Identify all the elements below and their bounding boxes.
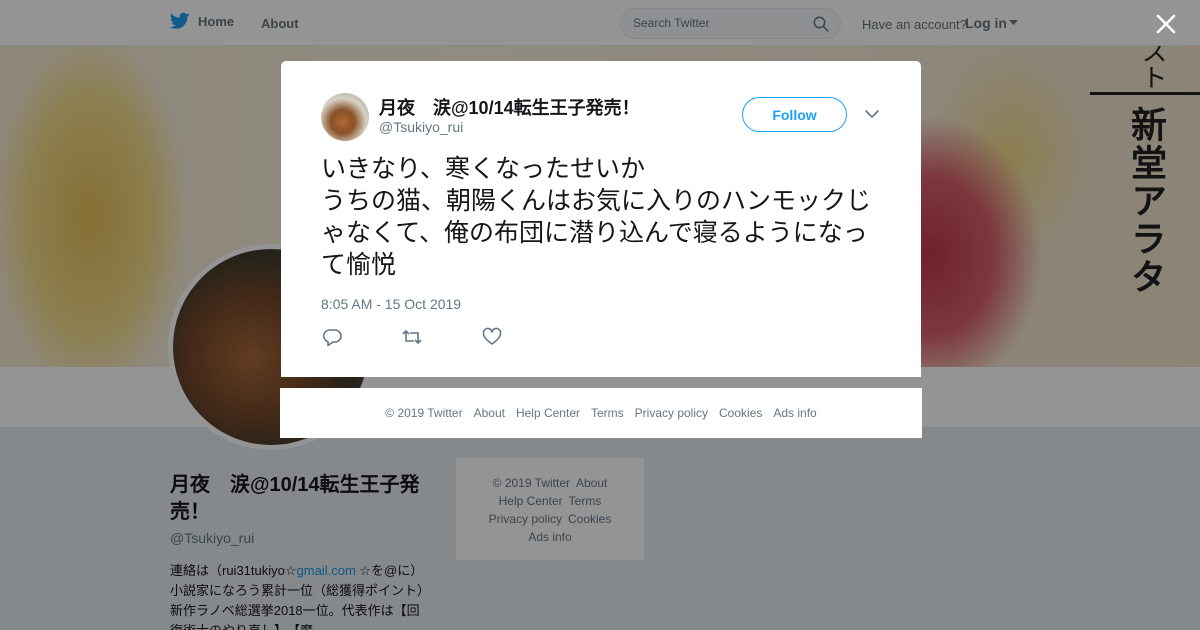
- modal-footer-help-link[interactable]: Help Center: [516, 406, 580, 420]
- close-icon[interactable]: [1154, 12, 1178, 36]
- heart-icon[interactable]: [481, 327, 503, 347]
- tweet-timestamp[interactable]: 8:05 AM - 15 Oct 2019: [321, 296, 461, 312]
- modal-footer: © 2019 Twitter About Help Center Terms P…: [280, 388, 922, 438]
- retweet-icon[interactable]: [401, 327, 423, 347]
- tweet-author-handle[interactable]: @Tsukiyo_rui: [379, 119, 463, 135]
- modal-footer-cookies-link[interactable]: Cookies: [719, 406, 762, 420]
- tweet-author-avatar[interactable]: [321, 93, 369, 141]
- modal-footer-about-link[interactable]: About: [474, 406, 505, 420]
- tweet-text: いきなり、寒くなったせいか うちの猫、朝陽くんはお気に入りのハンモックじゃなくて…: [321, 154, 872, 279]
- tweet-modal: 月夜 涙@10/14転生王子発売！ @Tsukiyo_rui Follow いき…: [281, 61, 921, 377]
- follow-button[interactable]: Follow: [742, 97, 847, 132]
- reply-icon[interactable]: [321, 327, 343, 347]
- modal-footer-terms-link[interactable]: Terms: [591, 406, 624, 420]
- modal-footer-privacy-link[interactable]: Privacy policy: [635, 406, 708, 420]
- modal-footer-ads-link[interactable]: Ads info: [773, 406, 816, 420]
- tweet-author-name[interactable]: 月夜 涙@10/14転生王子発売！: [379, 94, 640, 120]
- chevron-down-icon[interactable]: [864, 108, 880, 120]
- modal-footer-copyright: © 2019 Twitter: [385, 406, 463, 420]
